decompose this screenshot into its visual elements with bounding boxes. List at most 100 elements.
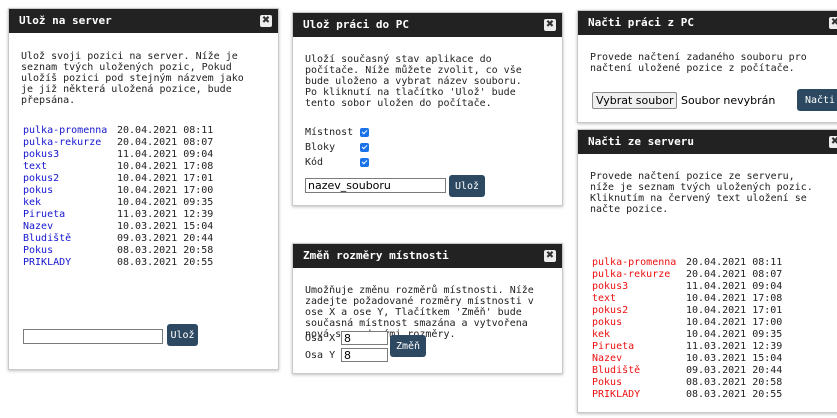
dimension-row-x: Osa X — [305, 331, 388, 347]
position-name-link[interactable]: Pirueta — [592, 341, 686, 353]
position-name-link[interactable]: pokus2 — [23, 173, 117, 185]
close-icon[interactable]: ✖ — [544, 250, 556, 262]
option-label: Bloky — [305, 142, 336, 153]
position-name-link[interactable]: kek — [592, 329, 686, 341]
panel-description: Provede načtení pozice ze serveru, níže … — [590, 171, 813, 215]
position-date: 10.04.2021 17:01 — [686, 305, 783, 316]
panel-title: Ulož na server — [19, 14, 112, 27]
close-icon[interactable]: ✖ — [829, 17, 837, 29]
position-name-link[interactable]: PRIKLADY — [23, 257, 117, 269]
position-name-link[interactable]: pokus3 — [592, 281, 686, 293]
position-name-link[interactable]: pulka-promenna — [23, 125, 117, 137]
position-date: 10.04.2021 17:00 — [117, 185, 214, 196]
position-name-link[interactable]: text — [592, 293, 686, 305]
blocks-checkbox[interactable] — [360, 142, 369, 152]
position-name-link[interactable]: text — [23, 161, 117, 173]
server-position-row[interactable]: Pokus 08.03.2021 20:58 — [592, 377, 782, 389]
saved-position-row[interactable]: pokus3 11.04.2021 09:04 — [23, 149, 213, 161]
position-name-link[interactable]: PRIKLADY — [592, 389, 686, 401]
position-date: 09.03.2021 20:44 — [117, 233, 214, 244]
load-from-pc-button[interactable]: Načti — [797, 89, 837, 111]
load-from-pc-panel: Načti práci z PC ✖ Provede načtení zadan… — [577, 10, 837, 123]
server-position-row[interactable]: Pirueta 11.03.2021 12:39 — [592, 341, 782, 353]
position-date: 11.04.2021 09:04 — [686, 281, 783, 292]
panel-header: Načti práci z PC ✖ — [578, 11, 837, 35]
axis-y-input[interactable] — [341, 348, 388, 362]
position-date: 20.04.2021 08:07 — [686, 269, 783, 280]
saved-position-row[interactable]: pulka-promenna 20.04.2021 08:11 — [23, 125, 213, 137]
choose-file-button[interactable]: Vybrat soubor — [592, 92, 678, 109]
server-position-row[interactable]: kek 10.04.2021 09:35 — [592, 329, 782, 341]
position-date: 10.04.2021 09:35 — [117, 197, 214, 208]
option-label: Místnost — [305, 127, 354, 138]
position-name-link[interactable]: Pirueta — [23, 209, 117, 221]
saved-position-row[interactable]: pulka-rekurze 20.04.2021 08:07 — [23, 137, 213, 149]
save-to-server-panel: Ulož na server ✖ Ulož svoji pozici na se… — [8, 8, 279, 370]
code-checkbox[interactable] — [360, 157, 369, 167]
filename-input[interactable] — [305, 178, 446, 193]
server-position-row[interactable]: pulka-rekurze 20.04.2021 08:07 — [592, 269, 782, 281]
server-position-row[interactable]: pokus 10.04.2021 17:00 — [592, 317, 782, 329]
server-position-row[interactable]: PRIKLADY 08.03.2021 20:55 — [592, 389, 782, 401]
saved-position-row[interactable]: pokus2 10.04.2021 17:01 — [23, 173, 213, 185]
position-date: 08.03.2021 20:58 — [686, 377, 783, 388]
saved-position-row[interactable]: Bludiště 09.03.2021 20:44 — [23, 233, 213, 245]
saved-position-row[interactable]: kek 10.04.2021 09:35 — [23, 197, 213, 209]
server-position-row[interactable]: pulka-promenna 20.04.2021 08:11 — [592, 257, 782, 269]
resize-button[interactable]: Změň — [390, 335, 426, 357]
position-name-link[interactable]: pulka-rekurze — [592, 269, 686, 281]
position-name-link[interactable]: pokus3 — [23, 149, 117, 161]
export-options: Místnost Bloky Kód — [305, 125, 369, 170]
resize-room-panel: Změň rozměry místnosti ✖ Umožňuje změnu … — [292, 243, 563, 374]
position-date: 08.03.2021 20:55 — [686, 389, 783, 400]
server-position-row[interactable]: text 10.04.2021 17:08 — [592, 293, 782, 305]
close-icon[interactable]: ✖ — [260, 15, 272, 27]
axis-x-input[interactable] — [341, 331, 388, 345]
close-icon[interactable]: ✖ — [544, 19, 556, 31]
server-position-row[interactable]: pokus3 11.04.2021 09:04 — [592, 281, 782, 293]
position-date: 10.03.2021 15:04 — [117, 221, 214, 232]
position-name-link[interactable]: Bludiště — [592, 365, 686, 377]
close-icon[interactable]: ✖ — [829, 136, 837, 148]
save-position-button[interactable]: Ulož — [167, 324, 198, 346]
saved-position-row[interactable]: text 10.04.2021 17:08 — [23, 161, 213, 173]
position-date: 10.04.2021 17:00 — [686, 317, 783, 328]
saved-position-row[interactable]: Nazev 10.03.2021 15:04 — [23, 221, 213, 233]
panel-header: Ulož na server ✖ — [9, 9, 278, 33]
axis-x-label: Osa X — [305, 333, 336, 344]
save-to-pc-button[interactable]: Ulož — [449, 175, 485, 197]
position-name-link[interactable]: pulka-promenna — [592, 257, 686, 269]
position-name-link[interactable]: Pokus — [592, 377, 686, 389]
server-position-row[interactable]: Bludiště 09.03.2021 20:44 — [592, 365, 782, 377]
saved-position-row[interactable]: Pokus 08.03.2021 20:58 — [23, 245, 213, 257]
panel-description: Ulož svoji pozici na server. Níže je sez… — [21, 51, 244, 106]
file-status-text: Soubor nevybrán — [680, 94, 776, 107]
room-checkbox[interactable] — [360, 127, 369, 137]
panel-description: Provede načtení zadaného souboru pro nač… — [590, 52, 807, 74]
option-row-blocks: Bloky — [305, 140, 369, 155]
panel-header: Načti ze serveru ✖ — [578, 130, 837, 154]
server-position-row[interactable]: Nazev 10.03.2021 15:04 — [592, 353, 782, 365]
option-label: Kód — [305, 157, 324, 168]
server-position-row[interactable]: pokus2 10.04.2021 17:01 — [592, 305, 782, 317]
position-date: 09.03.2021 20:44 — [686, 365, 783, 376]
position-name-link[interactable]: pokus — [592, 317, 686, 329]
position-date: 11.03.2021 12:39 — [117, 209, 214, 220]
position-date: 20.04.2021 08:11 — [117, 125, 214, 136]
position-name-link[interactable]: Nazev — [23, 221, 117, 233]
panel-title: Ulož práci do PC — [303, 18, 409, 31]
saved-position-row[interactable]: Pirueta 11.03.2021 12:39 — [23, 209, 213, 221]
position-name-link[interactable]: Pokus — [23, 245, 117, 257]
position-name-link[interactable]: Bludiště — [23, 233, 117, 245]
position-name-link[interactable]: pulka-rekurze — [23, 137, 117, 149]
position-name-link[interactable]: pokus — [23, 185, 117, 197]
position-date: 10.04.2021 17:08 — [117, 161, 214, 172]
panel-header: Ulož práci do PC ✖ — [293, 13, 562, 37]
saved-position-row[interactable]: PRIKLADY 08.03.2021 20:55 — [23, 257, 213, 269]
position-name-link[interactable]: pokus2 — [592, 305, 686, 317]
position-name-input[interactable] — [23, 329, 163, 344]
saved-positions-list: pulka-promenna 20.04.2021 08:11 pulka-reku… — [23, 125, 213, 269]
position-name-link[interactable]: Nazev — [592, 353, 686, 365]
position-name-link[interactable]: kek — [23, 197, 117, 209]
saved-position-row[interactable]: pokus 10.04.2021 17:00 — [23, 185, 213, 197]
